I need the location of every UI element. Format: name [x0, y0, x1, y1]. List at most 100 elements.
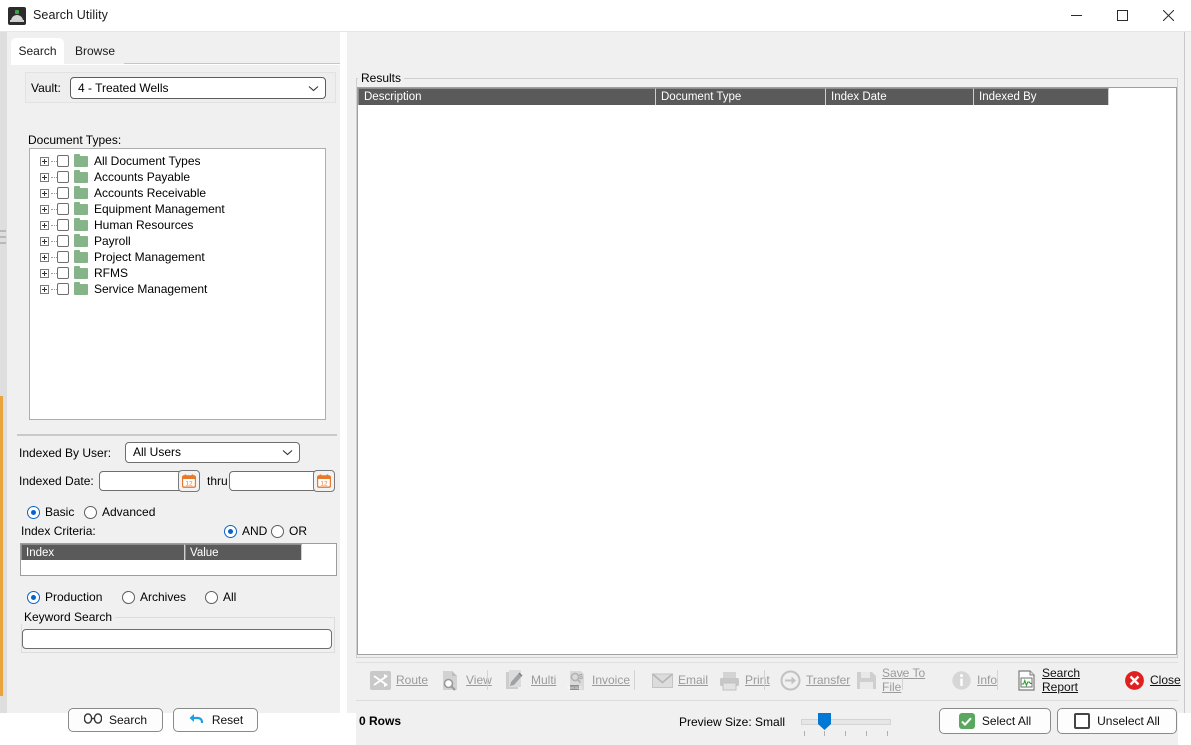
tree-item[interactable]: Equipment Management	[30, 201, 325, 217]
toolbar-button-search-report[interactable]: Search Report	[1016, 665, 1116, 695]
expand-icon[interactable]	[40, 220, 49, 230]
multi-edit-icon	[505, 669, 526, 691]
indexed-by-user-select[interactable]: All Users	[125, 442, 300, 463]
toolbar-button-close[interactable]: Close	[1124, 665, 1181, 695]
tree-item[interactable]: Accounts Receivable	[30, 185, 325, 201]
preview-size-slider[interactable]	[801, 713, 891, 737]
tab-search[interactable]: Search	[11, 38, 64, 64]
radio-advanced[interactable]	[84, 506, 97, 519]
radio-basic-label: Basic	[45, 505, 75, 519]
folder-icon	[74, 265, 88, 279]
folder-icon	[74, 169, 88, 183]
expand-icon[interactable]	[40, 236, 49, 246]
document-search-icon	[440, 670, 461, 691]
tree-item[interactable]: Human Resources	[30, 217, 325, 233]
toolbar-button-save-to-file[interactable]: Save To File	[856, 665, 944, 695]
index-criteria-grid[interactable]: Index Value	[20, 543, 337, 576]
calendar-to-button[interactable]: 12	[313, 470, 335, 492]
toolbar-button-route[interactable]: Route	[370, 665, 430, 695]
radio-all[interactable]	[205, 591, 218, 604]
results-column-header[interactable]: Document Type	[656, 88, 826, 105]
keyword-legend-line-right	[112, 617, 335, 618]
tree-item[interactable]: All Document Types	[30, 153, 325, 169]
minimize-button[interactable]	[1053, 0, 1099, 31]
radio-or-label: OR	[289, 524, 307, 538]
document-types-tree[interactable]: All Document Types Accounts Payable Accoun…	[29, 148, 326, 420]
search-button[interactable]: Search	[68, 708, 163, 732]
tab-browse[interactable]: Browse	[67, 38, 123, 64]
slider-thumb[interactable]	[818, 713, 831, 730]
results-column-header[interactable]: Indexed By	[974, 88, 1109, 105]
criteria-column-index[interactable]: Index	[21, 544, 185, 560]
results-grid[interactable]: Description Document Type Index Date Indexe…	[357, 87, 1177, 655]
tree-item-checkbox[interactable]	[57, 171, 69, 183]
expand-icon[interactable]	[40, 252, 49, 262]
toolbar-separator	[997, 670, 998, 690]
expand-icon[interactable]	[40, 204, 49, 214]
results-toolbar: Route View Multi $ INVOICE Invoice Email Print T…	[356, 662, 1181, 696]
undo-arrow-icon	[188, 712, 205, 728]
radio-and[interactable]	[224, 525, 237, 538]
tab-browse-label: Browse	[74, 44, 115, 58]
svg-text:12: 12	[320, 481, 328, 488]
indexed-by-user-label: Indexed By User:	[19, 446, 112, 460]
indexed-date-to-input[interactable]	[229, 471, 321, 491]
unselect-all-button[interactable]: Unselect All	[1057, 708, 1177, 734]
toolbar-button-label: Close	[1150, 673, 1181, 687]
maximize-button[interactable]	[1099, 0, 1145, 31]
tree-item[interactable]: Service Management	[30, 281, 325, 297]
expand-icon[interactable]	[40, 172, 49, 182]
report-chart-icon	[1016, 669, 1037, 691]
expand-icon[interactable]	[40, 268, 49, 278]
toolbar-button-label: Transfer	[806, 673, 851, 687]
expand-icon[interactable]	[40, 156, 49, 166]
toolbar-button-multi[interactable]: Multi	[505, 665, 558, 695]
toolbar-separator	[487, 670, 488, 690]
slider-track	[801, 719, 891, 725]
radio-or[interactable]	[271, 525, 284, 538]
tree-item-label: RFMS	[94, 266, 128, 280]
select-all-button[interactable]: Select All	[939, 708, 1051, 734]
results-column-header[interactable]: Description	[358, 88, 656, 105]
tree-item-checkbox[interactable]	[57, 267, 69, 279]
radio-production-label: Production	[45, 590, 103, 604]
keyword-search-input[interactable]	[22, 629, 332, 649]
keyword-search-legend: Keyword Search	[21, 610, 116, 624]
radio-basic[interactable]	[27, 506, 40, 519]
toolbar-separator	[764, 670, 765, 690]
criteria-column-value[interactable]: Value	[185, 544, 302, 560]
close-circle-icon	[1124, 670, 1145, 691]
toolbar-button-invoice[interactable]: $ INVOICE Invoice	[566, 665, 644, 695]
tree-item[interactable]: Project Management	[30, 249, 325, 265]
toolbar-button-transfer[interactable]: Transfer	[780, 665, 851, 695]
results-panel: Results Description Document Type Index Da…	[347, 32, 1184, 745]
toolbar-button-label: Route	[396, 673, 429, 687]
tree-item-checkbox[interactable]	[57, 203, 69, 215]
tree-item-checkbox[interactable]	[57, 251, 69, 263]
results-grid-header: Description Document Type Index Date Indexe…	[358, 88, 1109, 105]
shuffle-icon	[370, 670, 391, 691]
expand-icon[interactable]	[40, 284, 49, 294]
calendar-from-button[interactable]: 12	[178, 470, 200, 492]
tree-item[interactable]: Payroll	[30, 233, 325, 249]
tab-strip: Search Browse	[7, 38, 340, 64]
results-column-header[interactable]: Index Date	[826, 88, 974, 105]
tree-item-checkbox[interactable]	[57, 187, 69, 199]
close-window-button[interactable]	[1145, 0, 1191, 31]
tree-item-checkbox[interactable]	[57, 235, 69, 247]
expand-icon[interactable]	[40, 188, 49, 198]
arrow-circle-right-icon	[780, 670, 801, 691]
vault-select[interactable]: 4 - Treated Wells	[70, 77, 326, 99]
toolbar-button-email[interactable]: Email	[652, 665, 710, 695]
background-window-right-edge	[1184, 32, 1191, 713]
tree-item[interactable]: Accounts Payable	[30, 169, 325, 185]
tree-item-checkbox[interactable]	[57, 155, 69, 167]
tree-item[interactable]: RFMS	[30, 265, 325, 281]
radio-archives[interactable]	[122, 591, 135, 604]
tree-item-checkbox[interactable]	[57, 283, 69, 295]
preview-size-label: Preview Size: Small	[679, 715, 786, 729]
vault-group: Vault: 4 - Treated Wells	[25, 72, 336, 103]
radio-production[interactable]	[27, 591, 40, 604]
reset-button[interactable]: Reset	[173, 708, 258, 732]
tree-item-checkbox[interactable]	[57, 219, 69, 231]
